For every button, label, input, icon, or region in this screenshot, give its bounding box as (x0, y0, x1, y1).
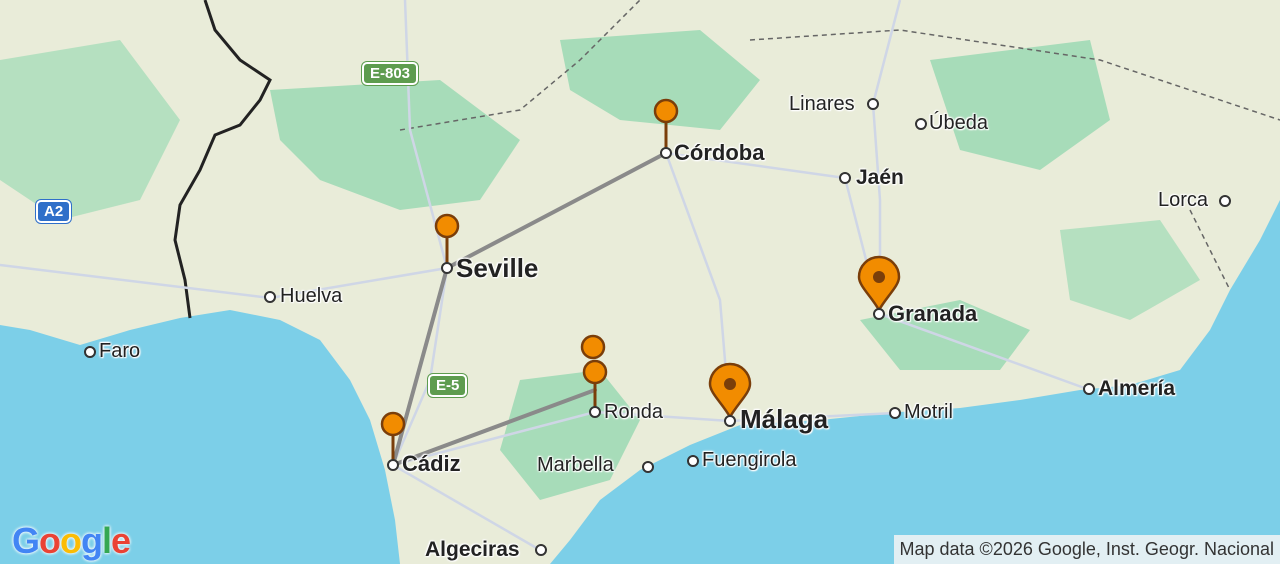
city-dot-fuengirola (687, 455, 699, 467)
google-logo-letter: e (111, 520, 131, 561)
city-label-huelva[interactable]: Huelva (280, 285, 342, 308)
city-label-granada[interactable]: Granada (888, 301, 977, 327)
city-label-jaen[interactable]: Jaén (856, 166, 904, 190)
google-logo-letter: G (12, 520, 40, 561)
city-dot-lorca (1219, 195, 1231, 207)
road-shield-e803: E-803 (362, 62, 419, 85)
city-dot-faro (84, 346, 96, 358)
city-dot-cordoba (660, 147, 672, 159)
city-label-faro[interactable]: Faro (99, 340, 140, 363)
google-logo-letter: o (39, 520, 61, 561)
city-dot-linares (867, 98, 879, 110)
city-label-lorca[interactable]: Lorca (1158, 189, 1208, 212)
road-shield-a2: A2 (36, 200, 72, 223)
city-label-motril[interactable]: Motril (904, 401, 953, 424)
city-label-ubeda[interactable]: Úbeda (929, 112, 988, 135)
city-dot-granada (873, 308, 885, 320)
google-logo: Google (12, 520, 131, 562)
map-canvas[interactable]: Córdoba Seville Cádiz Málaga Granada Ron… (0, 0, 1280, 564)
city-label-algeciras[interactable]: Algeciras (425, 538, 520, 562)
google-logo-letter: g (81, 520, 103, 561)
city-label-malaga[interactable]: Málaga (740, 404, 828, 435)
city-label-ronda[interactable]: Ronda (604, 401, 663, 424)
city-label-fuengirola[interactable]: Fuengirola (702, 449, 797, 472)
map-attribution[interactable]: Map data ©2026 Google, Inst. Geogr. Naci… (893, 535, 1280, 564)
city-dot-jaen (839, 172, 851, 184)
city-label-almeria[interactable]: Almería (1098, 377, 1175, 401)
city-label-seville[interactable]: Seville (456, 253, 538, 284)
city-dot-huelva (264, 291, 276, 303)
city-dot-almeria (1083, 383, 1095, 395)
city-dot-seville (441, 262, 453, 274)
google-logo-letter: o (60, 520, 82, 561)
city-dot-cadiz (387, 459, 399, 471)
city-dot-malaga (724, 415, 736, 427)
city-label-linares[interactable]: Linares (789, 93, 855, 116)
city-dot-algeciras (535, 544, 547, 556)
city-dot-motril (889, 407, 901, 419)
city-label-cadiz[interactable]: Cádiz (402, 451, 461, 477)
road-shield-e5: E-5 (428, 374, 468, 397)
google-logo-letter: l (102, 520, 112, 561)
city-dot-marbella (642, 461, 654, 473)
city-label-cordoba[interactable]: Córdoba (674, 140, 764, 166)
city-dot-ubeda (915, 118, 927, 130)
map-base (0, 0, 1280, 564)
city-dot-ronda (589, 406, 601, 418)
city-label-marbella[interactable]: Marbella (537, 454, 614, 477)
